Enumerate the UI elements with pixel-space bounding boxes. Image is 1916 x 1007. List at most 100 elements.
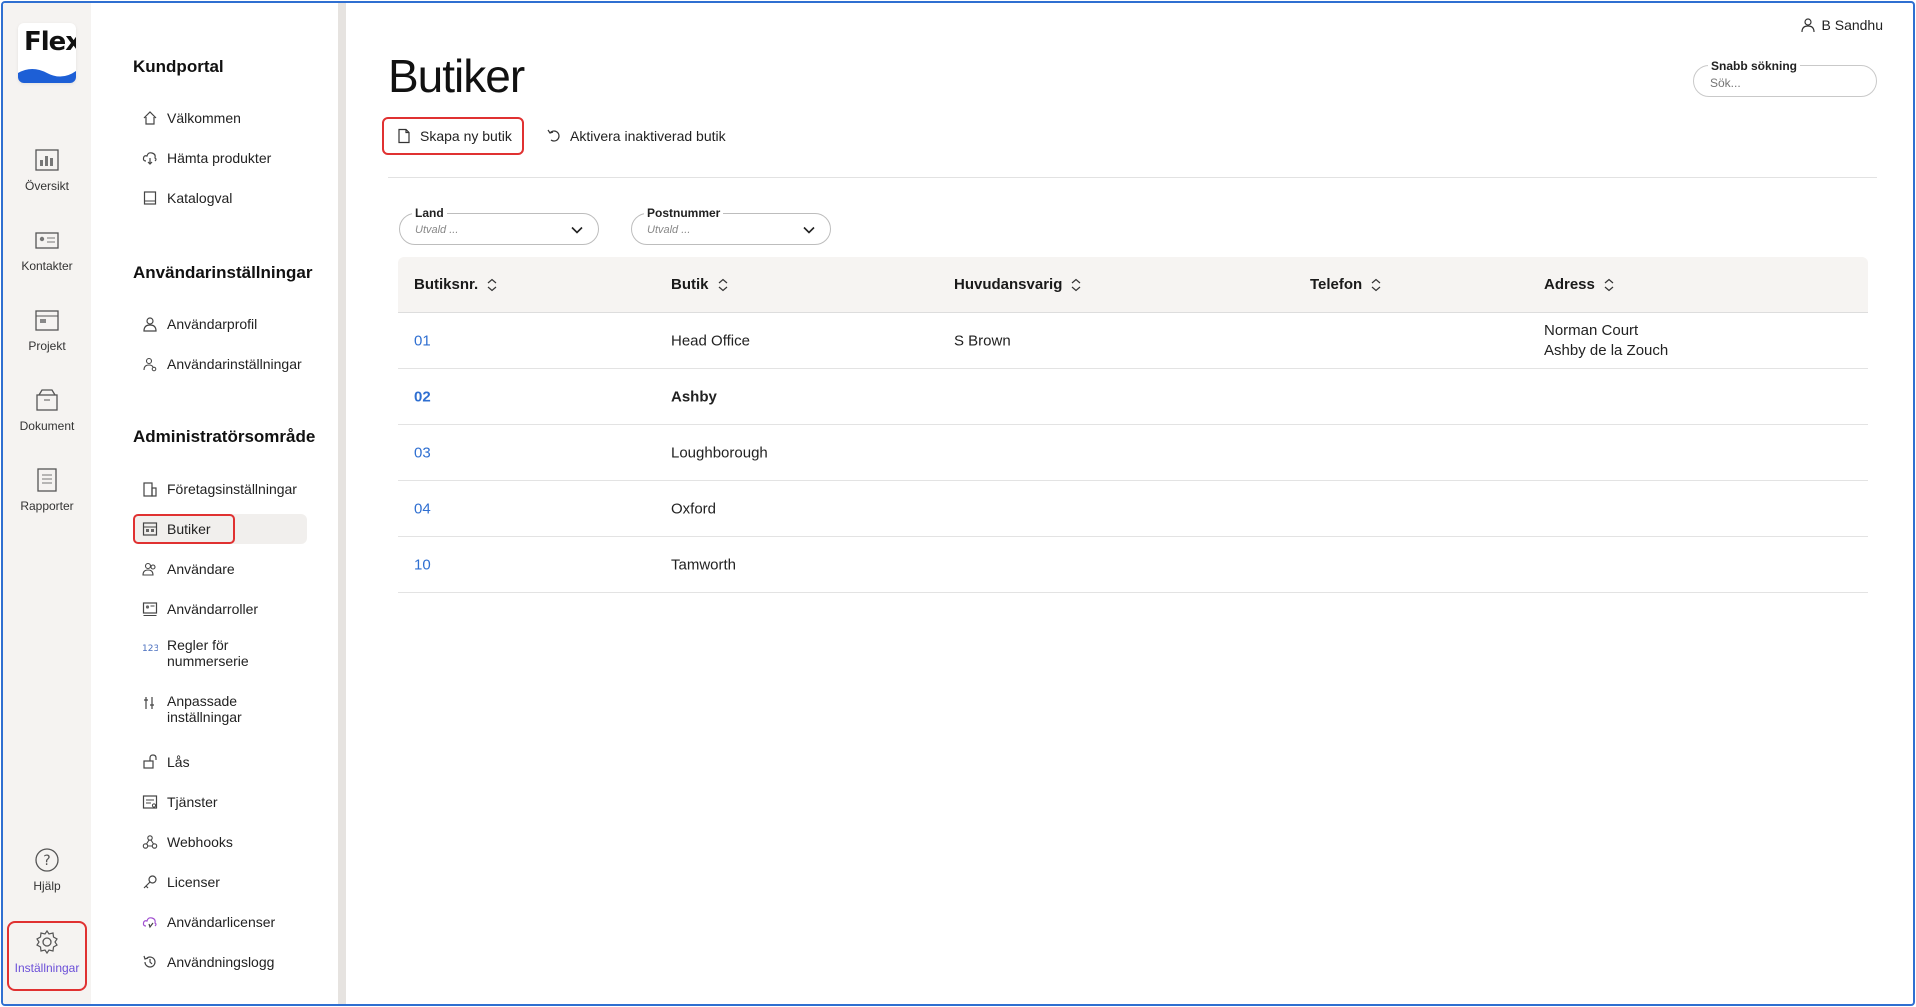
cloud-download-icon — [142, 152, 157, 165]
cloud-license-icon — [142, 917, 157, 929]
table-header: Butiksnr. Butik Huvudansvarig Telefon Ad… — [398, 257, 1868, 313]
store-number-link[interactable]: 01 — [414, 332, 431, 349]
highlight-box — [133, 514, 235, 544]
role-icon — [142, 602, 158, 616]
nav-item-valkommen[interactable]: Välkommen — [133, 103, 309, 133]
column-header-telefon[interactable]: Telefon — [1310, 276, 1382, 293]
project-icon — [35, 310, 59, 331]
column-header-butiksnr[interactable]: Butiksnr. — [414, 276, 498, 293]
activate-store-button[interactable]: Aktivera inaktiverad butik — [542, 117, 726, 155]
rail-item-projekt[interactable]: Projekt — [7, 307, 87, 377]
nav-item-regler-nummerserie[interactable]: 123 Regler för nummerserie — [133, 637, 309, 677]
logo-wave-icon — [18, 69, 76, 83]
rail-item-rapporter[interactable]: Rapporter — [7, 467, 87, 537]
nav-label: Användare — [167, 561, 235, 577]
document-box-icon — [36, 389, 58, 411]
column-label: Butik — [671, 276, 709, 293]
nav-item-licenser[interactable]: Licenser — [133, 867, 309, 897]
rail-label-rapporter: Rapporter — [20, 499, 74, 513]
rail-item-kontakter[interactable]: Kontakter — [7, 227, 87, 297]
store-name: Tamworth — [671, 556, 737, 573]
chart-icon — [35, 149, 59, 171]
nav-label: Lås — [167, 754, 190, 770]
number-series-icon: 123 — [142, 644, 158, 654]
store-number-link[interactable]: 10 — [414, 556, 431, 573]
rail-item-oversikt[interactable]: Översikt — [7, 147, 87, 217]
nav-item-tjanster[interactable]: Tjänster — [133, 787, 309, 817]
nav-label: Tjänster — [167, 794, 218, 810]
svg-text:?: ? — [43, 853, 50, 869]
rail-label-projekt: Projekt — [28, 339, 66, 353]
column-header-huvudansvarig[interactable]: Huvudansvarig — [954, 276, 1082, 293]
store-name: Loughborough — [671, 444, 768, 461]
user-name: B Sandhu — [1821, 17, 1884, 33]
rail-label-kontakter: Kontakter — [21, 259, 73, 273]
table-row[interactable]: 01 Head Office S Brown Norman Court Ashb… — [398, 313, 1868, 369]
nav-label: Välkommen — [167, 110, 241, 126]
nav-item-foretagsinstallningar[interactable]: Företagsinställningar — [133, 474, 309, 504]
column-header-adress[interactable]: Adress — [1544, 276, 1615, 293]
nav-item-anvandarinstallningar[interactable]: Användarinställningar — [133, 349, 309, 379]
nav-item-anvandarprofil[interactable]: Användarprofil — [133, 309, 309, 339]
sort-icon — [1371, 278, 1381, 291]
store-number-link[interactable]: 03 — [414, 444, 431, 461]
address-line-2: Ashby de la Zouch — [1544, 341, 1669, 359]
table-row[interactable]: 10 Tamworth — [398, 537, 1868, 593]
nav-item-anvandarlicenser[interactable]: Användarlicenser — [133, 907, 309, 937]
nav-item-webhooks[interactable]: Webhooks — [133, 827, 309, 857]
store-address: Norman Court Ashby de la Zouch — [1544, 321, 1668, 361]
nav-item-anvandare[interactable]: Användare — [133, 554, 309, 584]
table-row[interactable]: 04 Oxford — [398, 481, 1868, 537]
left-rail: Flex Översikt Kontakter Projekt Dokument… — [3, 3, 91, 1004]
nav-label: Användarinställningar — [167, 356, 302, 372]
filter-value: Utvald ... — [647, 224, 691, 236]
rail-item-settings[interactable]: Inställningar — [7, 921, 87, 991]
filter-land[interactable]: Land Utvald ... — [399, 206, 599, 245]
new-document-icon — [398, 128, 410, 144]
store-name: Head Office — [671, 332, 750, 349]
table-row[interactable]: 03 Loughborough — [398, 425, 1868, 481]
store-manager: S Brown — [954, 332, 1011, 349]
section-title-kundportal: Kundportal — [133, 57, 224, 76]
flex-logo[interactable]: Flex — [18, 23, 76, 83]
column-header-butik[interactable]: Butik — [671, 276, 729, 293]
home-icon — [143, 111, 157, 125]
rail-item-help[interactable]: ? Hjälp — [7, 847, 87, 917]
user-icon — [1800, 18, 1815, 33]
filter-postnummer[interactable]: Postnummer Utvald ... — [631, 206, 831, 245]
table-row[interactable]: 02 Ashby — [398, 369, 1868, 425]
rail-label-dokument: Dokument — [19, 419, 75, 433]
nav-label: Webhooks — [167, 834, 233, 850]
quick-search[interactable]: Snabb sökning — [1693, 59, 1877, 97]
history-icon — [143, 955, 156, 968]
nav-item-anvandningslogg[interactable]: Användningslogg — [133, 947, 309, 977]
nav-item-butiker[interactable]: Butiker — [133, 514, 307, 544]
user-menu[interactable]: B Sandhu — [1800, 17, 1884, 33]
filter-label: Land — [412, 206, 447, 220]
sort-icon — [487, 278, 497, 291]
svg-text:123: 123 — [142, 644, 158, 654]
rail-item-dokument[interactable]: Dokument — [7, 387, 87, 457]
sub-navigation: Kundportal Välkommen Hämta produkter Kat… — [91, 3, 338, 1004]
nav-item-hamta-produkter[interactable]: Hämta produkter — [133, 143, 309, 173]
nav-item-anpassade-installningar[interactable]: Anpassade inställningar — [133, 693, 309, 733]
activate-store-label: Aktivera inaktiverad butik — [570, 128, 726, 144]
column-label: Adress — [1544, 276, 1595, 293]
store-number-link[interactable]: 04 — [414, 500, 431, 517]
nav-item-anvandarroller[interactable]: Användarroller — [133, 594, 309, 624]
store-number-link[interactable]: 02 — [414, 388, 431, 405]
quick-search-input[interactable] — [1710, 76, 1860, 90]
nav-label: Licenser — [167, 874, 220, 890]
stores-table: Butiksnr. Butik Huvudansvarig Telefon Ad… — [398, 257, 1868, 593]
nav-item-katalogval[interactable]: Katalogval — [133, 183, 309, 213]
users-icon — [142, 562, 156, 576]
column-label: Huvudansvarig — [954, 276, 1063, 293]
rail-label-settings: Inställningar — [14, 961, 80, 975]
nav-label: Användarprofil — [167, 316, 258, 332]
subnav-scrollbar[interactable] — [338, 3, 346, 1004]
create-store-button[interactable]: Skapa ny butik — [382, 117, 524, 155]
nav-label: Anpassade inställningar — [167, 693, 242, 725]
nav-item-las[interactable]: Lås — [133, 747, 309, 777]
logo-text: Flex — [24, 27, 76, 57]
column-label: Telefon — [1310, 276, 1363, 293]
